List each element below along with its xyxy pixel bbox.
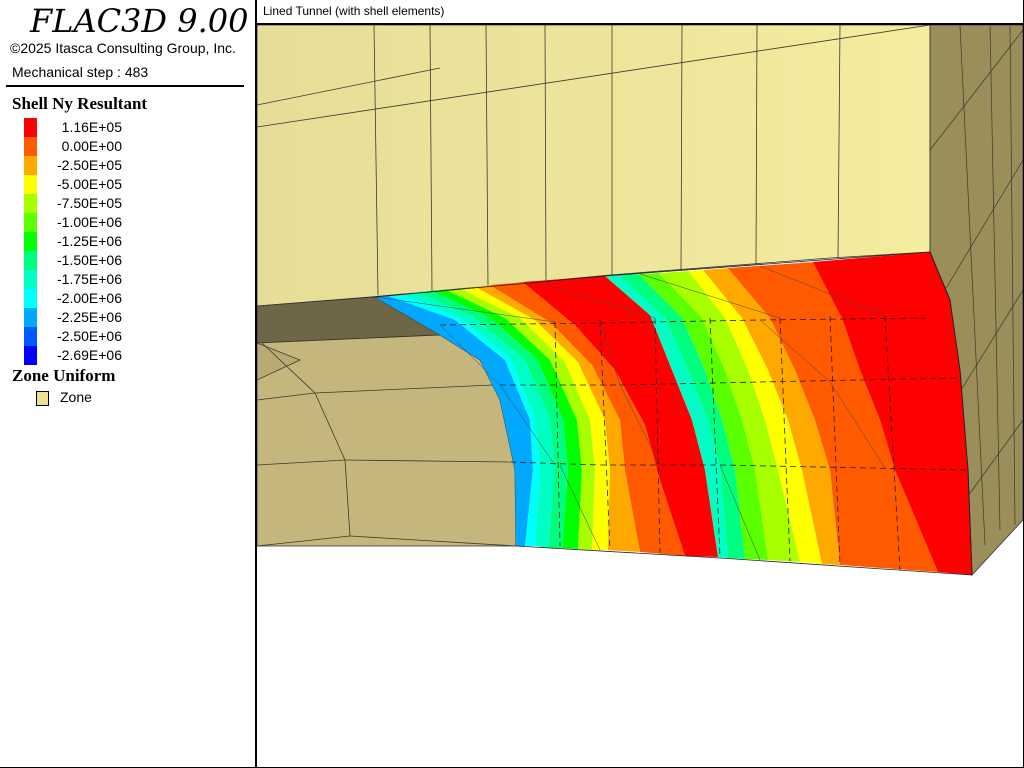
mechanical-step-text: Mechanical step : 483 [12,64,149,80]
contour-label: -2.00E+06 [57,290,122,306]
copyright-text: ©2025 Itasca Consulting Group, Inc. [10,40,236,56]
contour-label: -1.00E+06 [57,214,122,230]
model-viewport[interactable] [257,25,1023,767]
shell-legend-title: Shell Ny Resultant [12,94,148,113]
contour-label: -1.75E+06 [57,271,122,287]
contour-label: -2.69E+06 [57,347,122,363]
contour-label: -2.50E+06 [57,328,122,344]
zone-label: Zone [60,389,92,405]
legend-panel: FLAC3D 9.00 ©2025 Itasca Consulting Grou… [0,0,257,768]
model-view-frame: Lined Tunnel (with shell elements) [257,0,1024,768]
contour-label: -5.00E+05 [57,176,122,192]
zone-legend-title: Zone Uniform [12,366,116,385]
contour-label: 1.16E+05 [61,119,122,135]
zone-swatch [36,391,49,406]
contour-label: -7.50E+05 [57,195,122,211]
view-caption: Lined Tunnel (with shell elements) [263,4,445,18]
contour-label: -2.25E+06 [57,309,122,325]
contour-label: 0.00E+00 [61,138,122,154]
contour-label: -2.50E+05 [57,157,122,173]
contour-label: -1.50E+06 [57,252,122,268]
contour-label: -1.25E+06 [57,233,122,249]
header-divider [6,85,244,87]
app-title: FLAC3D 9.00 [30,2,249,40]
